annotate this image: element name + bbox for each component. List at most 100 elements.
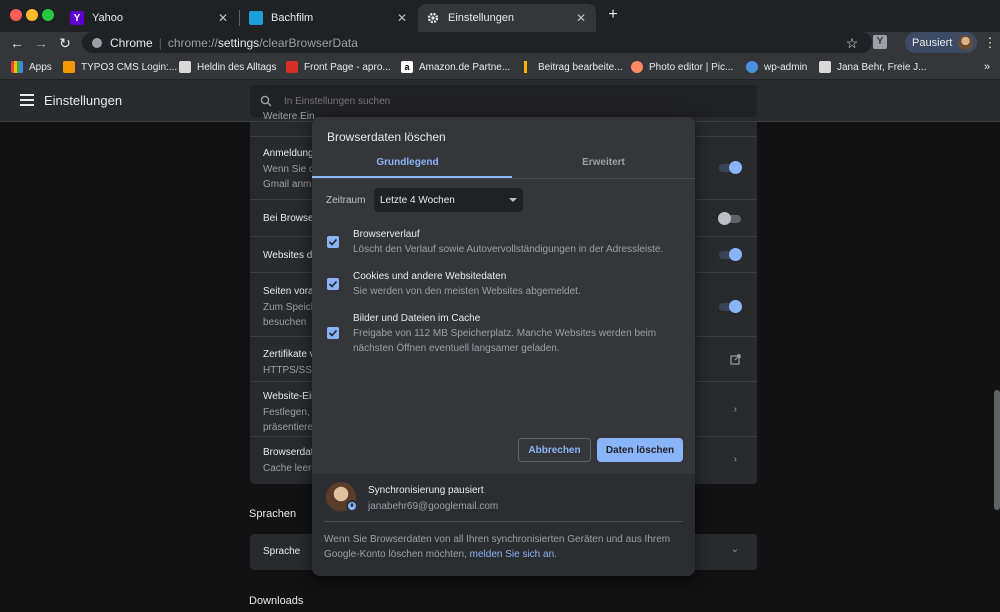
forward-arrow-icon[interactable]: → <box>32 34 50 52</box>
bookmark-label: Beitrag bearbeite... <box>538 61 623 73</box>
amazon-icon: a <box>401 61 413 73</box>
page-scrollbar[interactable] <box>994 390 1000 510</box>
bookmark-apps[interactable]: Apps <box>11 59 52 75</box>
sign-in-link[interactable]: melden Sie sich an <box>470 549 555 560</box>
time-range-value: Letzte 4 Wochen <box>380 194 455 206</box>
bookmarks-bar: Apps TYPO3 CMS Login:... Heldin des Allt… <box>0 54 1000 80</box>
profile-status: Pausiert <box>912 36 953 49</box>
tab-title: Einstellungen <box>448 12 515 24</box>
typo3-icon <box>63 61 75 73</box>
photo-editor-icon <box>631 61 643 73</box>
checkmark-icon <box>328 329 338 337</box>
checkmark-icon <box>328 238 338 246</box>
cookies-checkbox[interactable] <box>327 278 339 290</box>
history-option-title: Browserverlauf <box>353 229 420 240</box>
cookies-option-title: Cookies und andere Websitedaten <box>353 271 507 282</box>
bookmark-photo-editor[interactable]: Photo editor | Pic... <box>631 59 733 75</box>
search-icon <box>260 95 272 107</box>
bookmark-amazon[interactable]: a Amazon.de Partne... <box>401 59 510 75</box>
footer-divider <box>324 521 683 522</box>
bookmark-label: Front Page - apro... <box>304 61 391 73</box>
toolbar: ← → ↻ Chrome | chrome://settings/clearBr… <box>0 32 1000 54</box>
yahoo-extension-icon[interactable]: Y <box>873 35 887 49</box>
sync-paused-icon: ⏸ <box>346 500 358 512</box>
tab-divider <box>312 178 695 179</box>
address-bar[interactable]: Chrome | chrome://settings/clearBrowserD… <box>82 32 872 53</box>
time-range-select[interactable]: Letzte 4 Wochen <box>374 188 523 212</box>
external-link-icon <box>730 354 741 365</box>
row-desc: Zum Speich <box>263 302 317 313</box>
omnibox-chrome-label: Chrome <box>110 35 153 50</box>
browse-toggle[interactable] <box>718 212 741 225</box>
row-desc: Wenn Sie d <box>263 164 315 175</box>
bachfilm-favicon-icon <box>249 11 263 25</box>
tab-strip: Y Yahoo ✕ Bachfilm ✕ Einstellungen ✕ + <box>0 0 1000 32</box>
row-title: Anmeldung <box>263 148 314 159</box>
row-desc: Cache leere <box>263 463 317 474</box>
row-title: Browserdat <box>263 447 314 458</box>
profile-paused-button[interactable]: Pausiert <box>905 32 977 53</box>
bookmark-label: Apps <box>29 61 52 73</box>
minimize-window-button[interactable] <box>26 9 38 21</box>
bookmark-label: Photo editor | Pic... <box>649 61 734 73</box>
zoom-window-button[interactable] <box>42 9 54 21</box>
bookmark-star-icon[interactable]: ☆ <box>843 34 861 52</box>
wordpress-icon <box>746 61 758 73</box>
page-icon <box>520 61 532 73</box>
bookmark-jana-behr[interactable]: Jana Behr, Freie J... <box>819 59 927 75</box>
cache-option-desc: Freigabe von 112 MB Speicherplatz. Manch… <box>353 328 657 354</box>
back-arrow-icon[interactable]: ← <box>8 34 26 52</box>
bookmark-heldin[interactable]: Heldin des Alltags <box>179 59 277 75</box>
clear-data-button[interactable]: Daten löschen <box>597 438 683 462</box>
row-desc: HTTPS/SSL <box>263 365 318 376</box>
reload-icon[interactable]: ↻ <box>56 34 74 52</box>
bookmark-beitrag[interactable]: Beitrag bearbeite... <box>520 59 623 75</box>
menu-hamburger-icon[interactable] <box>20 94 34 106</box>
signin-toggle[interactable] <box>719 161 742 174</box>
tab-yahoo[interactable]: Y Yahoo ✕ <box>62 4 238 32</box>
history-option-desc: Löscht den Verlauf sowie Autovervollstän… <box>353 244 664 255</box>
page-icon <box>286 61 298 73</box>
page-icon <box>179 61 191 73</box>
dialog-title: Browserdaten löschen <box>327 130 446 144</box>
bookmark-label: Heldin des Alltags <box>197 61 277 73</box>
cancel-button[interactable]: Abbrechen <box>518 438 591 462</box>
bookmark-label: Jana Behr, Freie J... <box>837 61 927 73</box>
tab-bachfilm[interactable]: Bachfilm ✕ <box>241 4 417 32</box>
sync-note: Wenn Sie Browserdaten von all Ihren sync… <box>324 532 684 562</box>
history-checkbox[interactable] <box>327 236 339 248</box>
url-host: settings <box>217 35 260 50</box>
close-tab-icon[interactable]: ✕ <box>216 11 230 25</box>
time-range-label: Zeitraum <box>326 195 366 206</box>
row-title: Sprache <box>263 546 301 557</box>
sync-email: janabehr69@googlemail.com <box>368 501 499 512</box>
sync-note-end: . <box>554 549 557 560</box>
section-downloads-heading: Downloads <box>249 595 304 607</box>
tab-einstellungen[interactable]: Einstellungen ✕ <box>418 4 596 32</box>
bookmark-typo3[interactable]: TYPO3 CMS Login:... <box>63 59 177 75</box>
cache-option-title: Bilder und Dateien im Cache <box>353 313 481 324</box>
row-title: Websites d <box>263 250 313 261</box>
tab-advanced[interactable]: Erweitert <box>512 157 695 168</box>
bookmark-frontpage[interactable]: Front Page - apro... <box>286 59 391 75</box>
settings-search-input[interactable] <box>284 95 704 107</box>
close-window-button[interactable] <box>10 9 22 21</box>
row-title: Seiten vora <box>263 286 314 297</box>
row-title: Website-Ein <box>263 391 317 402</box>
row-title: Zertifikate v <box>263 349 315 360</box>
preload-toggle[interactable] <box>719 300 742 313</box>
url-scheme: chrome:// <box>167 35 218 50</box>
close-tab-icon[interactable]: ✕ <box>574 11 588 25</box>
bookmarks-overflow-icon[interactable]: » <box>984 59 990 75</box>
websites-toggle[interactable] <box>719 248 742 261</box>
cache-checkbox[interactable] <box>327 327 339 339</box>
new-tab-button[interactable]: + <box>604 6 622 24</box>
close-tab-icon[interactable]: ✕ <box>395 11 409 25</box>
avatar <box>958 35 974 50</box>
bookmark-wp-admin[interactable]: wp-admin <box>746 59 807 75</box>
tab-basic[interactable]: Grundlegend <box>312 157 503 168</box>
tab-divider <box>239 10 240 26</box>
more-menu-icon[interactable]: ⋮ <box>981 34 999 52</box>
cookies-option-desc: Sie werden von den meisten Websites abge… <box>353 286 581 297</box>
row-title: Weitere Ein <box>263 111 315 122</box>
